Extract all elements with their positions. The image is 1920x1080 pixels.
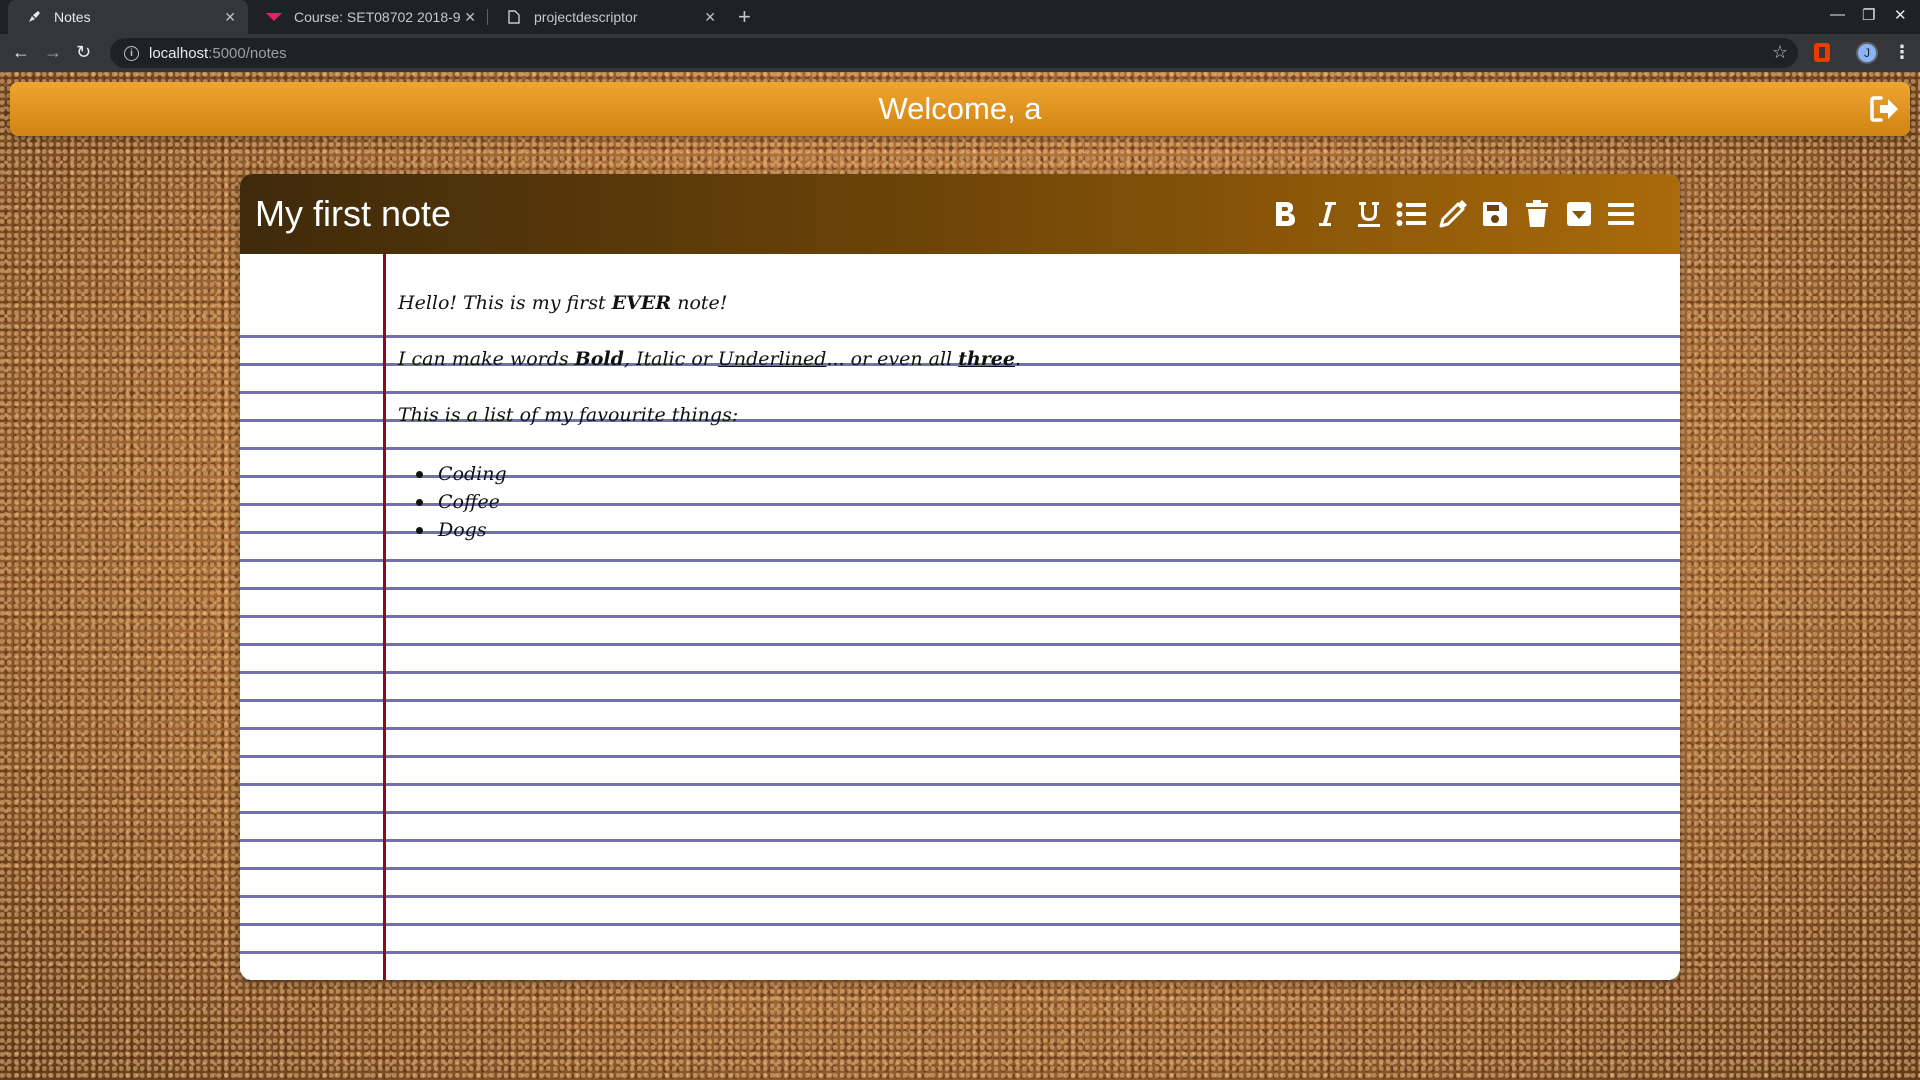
menu-icon[interactable] — [1600, 194, 1642, 234]
ruled-line — [240, 867, 1680, 870]
ruled-line — [240, 755, 1680, 758]
ruled-line — [240, 335, 1680, 338]
site-info-icon[interactable]: i — [124, 45, 139, 61]
tab-title: Notes — [54, 9, 91, 25]
ruled-line — [240, 811, 1680, 814]
trash-icon[interactable] — [1516, 194, 1558, 234]
note-line-2: I can make words Bold, Italic or Underli… — [398, 348, 1022, 370]
close-tab-icon[interactable]: ✕ — [464, 9, 476, 26]
bookmark-star-icon[interactable]: ☆ — [1772, 42, 1788, 63]
restore-icon[interactable]: ❐ — [1862, 6, 1875, 24]
list-item: Dogs — [416, 516, 507, 544]
address-bar[interactable]: i localhost:5000/notes ☆ — [110, 38, 1798, 68]
corkboard-page: Welcome, a My first note Hello! This is … — [0, 72, 1920, 1080]
office-extension-icon[interactable] — [1814, 43, 1830, 62]
ruled-line — [240, 699, 1680, 702]
notes-favicon-icon — [26, 9, 42, 25]
ruled-line — [240, 839, 1680, 842]
note-header: My first note — [240, 174, 1680, 254]
welcome-header: Welcome, a — [10, 82, 1910, 136]
note-line-3: This is a list of my favourite things: — [398, 404, 739, 426]
browser-toolbar: ← → ↻ i localhost:5000/notes ☆ J ⋮ — [0, 34, 1920, 72]
save-icon[interactable] — [1474, 194, 1516, 234]
list-icon[interactable] — [1390, 194, 1432, 234]
ruled-line — [240, 615, 1680, 618]
url-host: localhost — [149, 44, 209, 62]
note-title[interactable]: My first note — [255, 193, 451, 235]
close-tab-icon[interactable]: ✕ — [224, 9, 236, 26]
moodle-favicon-icon — [266, 9, 282, 25]
list-item: Coding — [416, 460, 507, 488]
favourite-things-list: Coding Coffee Dogs — [416, 460, 507, 544]
note-line-1: Hello! This is my first EVER note! — [398, 292, 728, 314]
tab-projectdescriptor[interactable]: projectdescriptor ✕ — [488, 0, 728, 34]
profile-avatar[interactable]: J — [1856, 42, 1878, 64]
bold-icon[interactable] — [1264, 194, 1306, 234]
minimize-icon[interactable]: — — [1830, 6, 1845, 23]
italic-icon[interactable] — [1306, 194, 1348, 234]
ruled-line — [240, 587, 1680, 590]
browser-tab-strip: Notes ✕ Course: SET08702 2018-9 T ✕ proj… — [0, 0, 1920, 34]
ruled-line — [240, 783, 1680, 786]
back-arrow-icon[interactable]: ← — [12, 42, 30, 63]
url-path: :5000/notes — [208, 44, 287, 62]
reload-icon[interactable]: ↻ — [76, 42, 91, 63]
margin-line — [383, 254, 386, 980]
forward-arrow-icon[interactable]: → — [44, 42, 62, 63]
tab-title: projectdescriptor — [534, 9, 638, 25]
ruled-line — [240, 643, 1680, 646]
tab-title: Course: SET08702 2018-9 T — [294, 9, 464, 25]
tab-notes[interactable]: Notes ✕ — [8, 0, 248, 34]
close-tab-icon[interactable]: ✕ — [704, 9, 716, 26]
note-toolbar — [1264, 194, 1642, 234]
ruled-line — [240, 447, 1680, 450]
note-card: My first note Hello! This is my first EV… — [240, 174, 1680, 980]
logout-icon[interactable] — [1870, 95, 1900, 123]
browser-menu-icon[interactable]: ⋮ — [1893, 42, 1911, 63]
ruled-line — [240, 951, 1680, 954]
pencil-icon[interactable] — [1432, 194, 1474, 234]
ruled-line — [240, 923, 1680, 926]
tab-course[interactable]: Course: SET08702 2018-9 T ✕ — [248, 0, 488, 34]
dropdown-icon[interactable] — [1558, 194, 1600, 234]
ruled-line — [240, 559, 1680, 562]
underline-icon[interactable] — [1348, 194, 1390, 234]
ruled-line — [240, 895, 1680, 898]
document-favicon-icon — [506, 9, 522, 25]
ruled-line — [240, 727, 1680, 730]
close-window-icon[interactable]: ✕ — [1894, 6, 1907, 24]
list-item: Coffee — [416, 488, 507, 516]
ruled-line — [240, 671, 1680, 674]
welcome-text: Welcome, a — [878, 91, 1042, 126]
ruled-line — [240, 391, 1680, 394]
new-tab-plus-icon[interactable]: + — [738, 4, 751, 30]
